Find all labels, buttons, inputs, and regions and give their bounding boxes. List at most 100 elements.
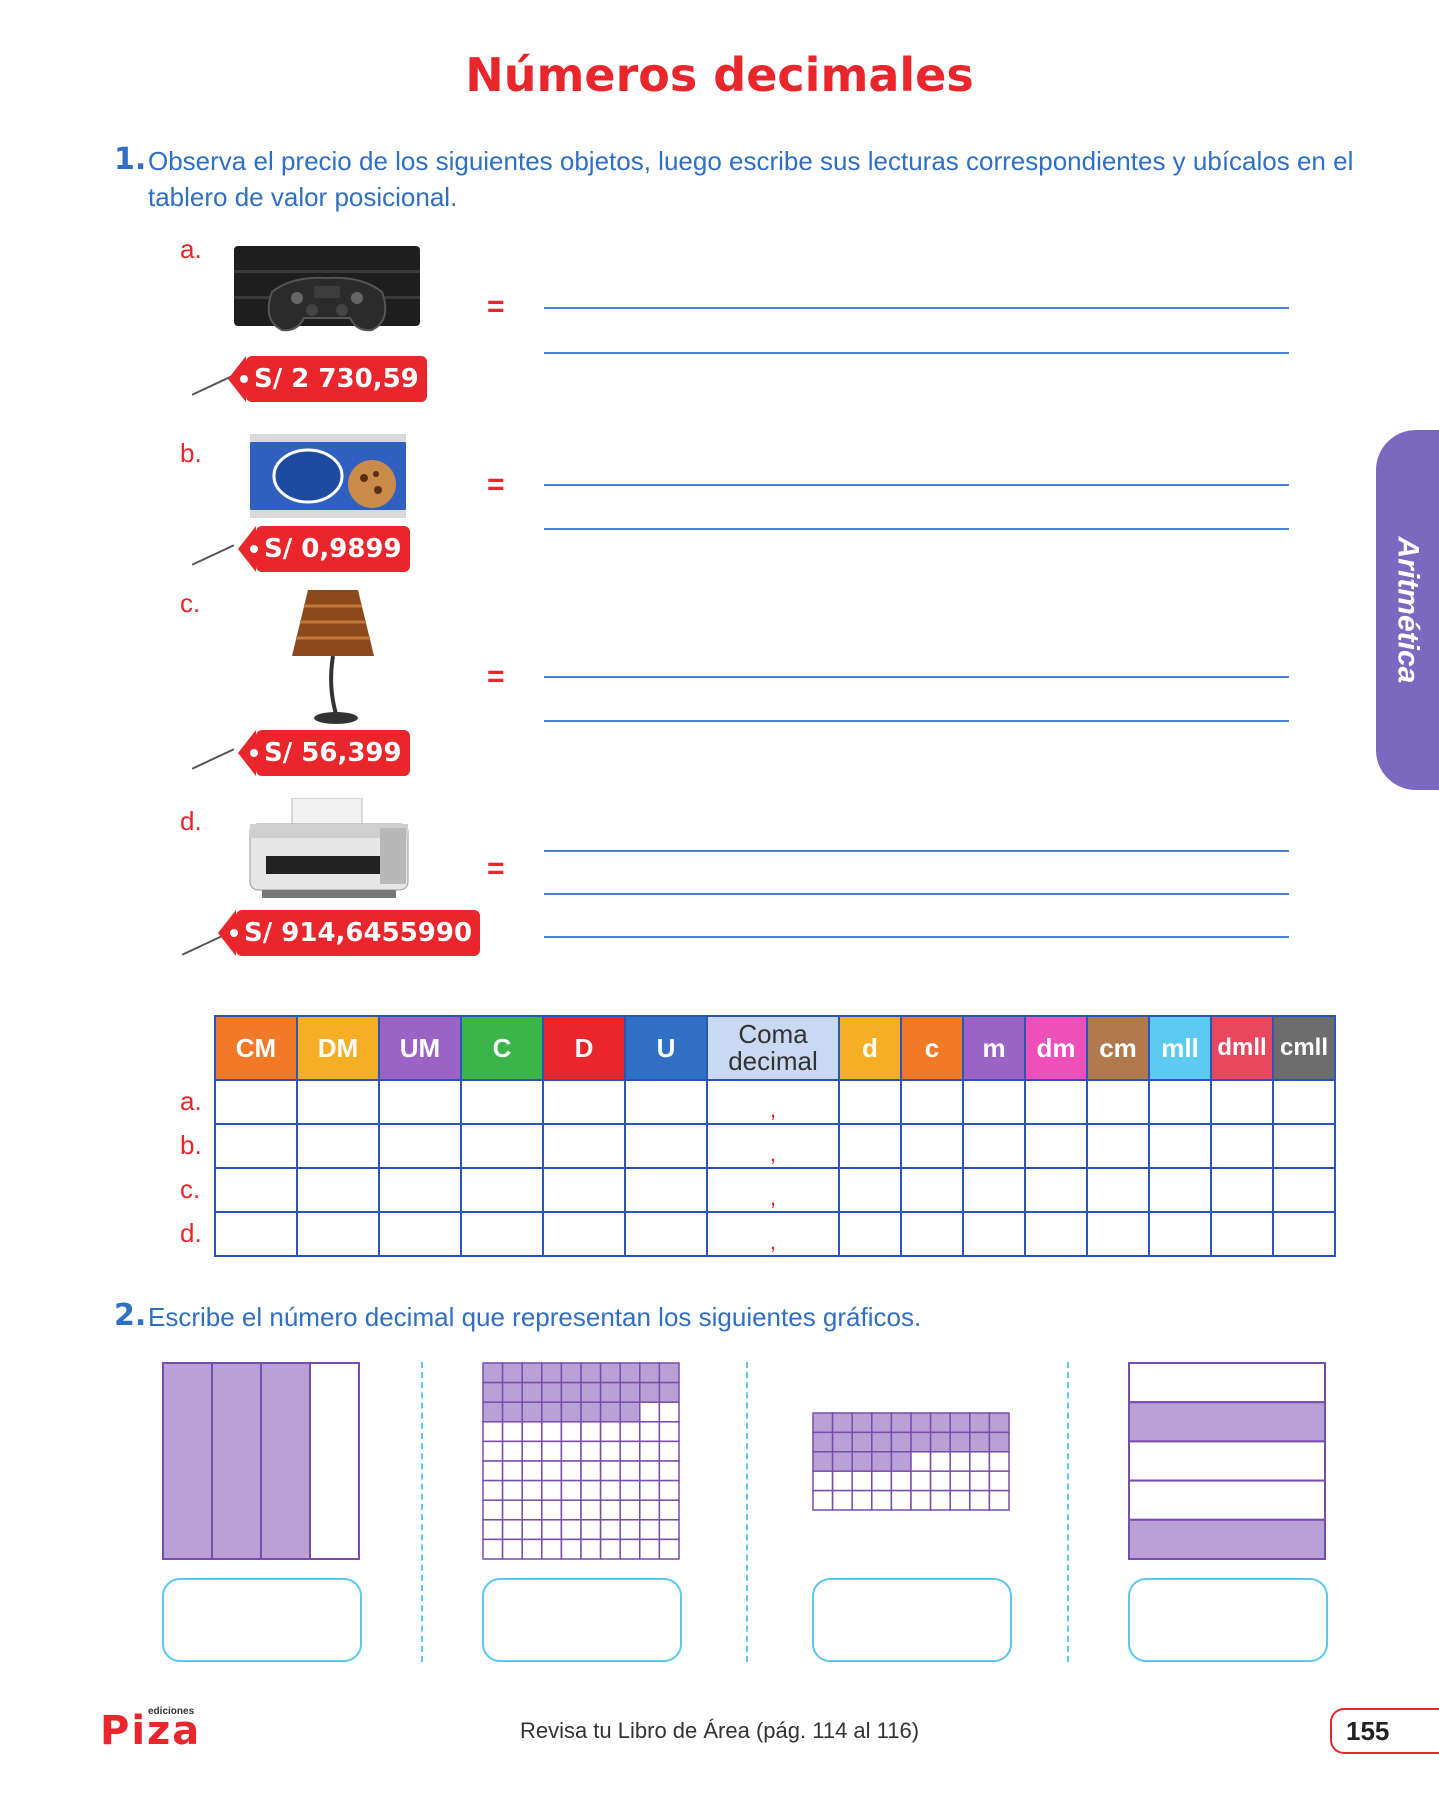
digit-cell[interactable] [624,1123,708,1169]
digit-cell[interactable] [962,1167,1026,1213]
digit-cell[interactable] [1148,1167,1212,1213]
digit-cell[interactable] [1272,1211,1336,1257]
digit-cell[interactable] [624,1079,708,1125]
digit-cell[interactable] [624,1211,708,1257]
grid-cell [910,1489,932,1511]
grid-cell [541,1401,563,1423]
digit-cell[interactable] [838,1123,902,1169]
grid-cell [521,1499,543,1521]
digit-cell[interactable] [1210,1079,1274,1125]
answer-line-a2[interactable] [544,352,1289,354]
digit-cell[interactable] [296,1123,380,1169]
answer-line-c2[interactable] [544,720,1289,722]
grid-cell [619,1362,641,1384]
digit-cell[interactable] [460,1123,544,1169]
digit-cell[interactable] [1024,1211,1088,1257]
comma-cell[interactable]: , [706,1123,840,1169]
digit-cell[interactable] [1086,1167,1150,1213]
digit-cell[interactable] [962,1079,1026,1125]
digit-cell[interactable] [460,1167,544,1213]
grid-cell [580,1421,602,1443]
answer-line-c1[interactable] [544,676,1289,678]
grid-cell [501,1362,523,1384]
digit-cell[interactable] [1086,1123,1150,1169]
digit-cell[interactable] [962,1123,1026,1169]
grid-cell [812,1431,834,1453]
digit-cell[interactable] [900,1211,964,1257]
digit-cell[interactable] [378,1211,462,1257]
digit-cell[interactable] [838,1079,902,1125]
answer-line-d2[interactable] [544,893,1289,895]
grid-cell [658,1401,680,1423]
answer-line-d1[interactable] [544,850,1289,852]
answer-box-4[interactable] [1128,1578,1328,1662]
digit-cell[interactable] [1024,1079,1088,1125]
digit-cell[interactable] [296,1079,380,1125]
answer-box-1[interactable] [162,1578,362,1662]
grid-cell [501,1499,523,1521]
digit-cell[interactable] [900,1167,964,1213]
digit-cell[interactable] [214,1079,298,1125]
digit-cell[interactable] [1024,1123,1088,1169]
digit-cell[interactable] [542,1167,626,1213]
digit-cell[interactable] [1272,1167,1336,1213]
digit-cell[interactable] [624,1167,708,1213]
digit-cell[interactable] [1086,1211,1150,1257]
digit-cell[interactable] [1148,1123,1212,1169]
comma-cell[interactable]: , [706,1079,840,1125]
price-tag-a-label: S/ 2 730,59 [254,364,419,394]
digit-cell[interactable] [962,1211,1026,1257]
answer-line-d3[interactable] [544,936,1289,938]
digit-cell[interactable] [542,1079,626,1125]
digit-cell[interactable] [1148,1211,1212,1257]
digit-cell[interactable] [378,1167,462,1213]
digit-cell[interactable] [460,1079,544,1125]
answer-line-a1[interactable] [544,307,1289,309]
separator-line [1067,1362,1069,1662]
answer-box-3[interactable] [812,1578,1012,1662]
figure-part [1128,1401,1326,1443]
digit-cell[interactable] [900,1123,964,1169]
grid-cell [599,1362,621,1384]
digit-cell[interactable] [1148,1079,1212,1125]
digit-cell[interactable] [838,1211,902,1257]
price-tag-b-label: S/ 0,9899 [264,534,402,564]
grid-cell [969,1431,991,1453]
digit-cell[interactable] [378,1079,462,1125]
digit-cell[interactable] [1210,1123,1274,1169]
digit-cell[interactable] [296,1167,380,1213]
digit-cell[interactable] [460,1211,544,1257]
digit-cell[interactable] [542,1123,626,1169]
comma-cell[interactable]: , [706,1211,840,1257]
grid-cell [658,1479,680,1501]
column-header-d: D [542,1015,626,1081]
digit-cell[interactable] [214,1123,298,1169]
digit-cell[interactable] [214,1211,298,1257]
grid-cell [560,1440,582,1462]
answer-box-2[interactable] [482,1578,682,1662]
digit-cell[interactable] [1024,1167,1088,1213]
comma-cell[interactable]: , [706,1167,840,1213]
digit-cell[interactable] [838,1167,902,1213]
grid-cell [658,1421,680,1443]
answer-line-b1[interactable] [544,484,1289,486]
grid-cell [831,1431,853,1453]
digit-cell[interactable] [1210,1167,1274,1213]
grid-cell [949,1470,971,1492]
digit-cell[interactable] [296,1211,380,1257]
digit-cell[interactable] [1086,1079,1150,1125]
digit-cell[interactable] [378,1123,462,1169]
digit-cell[interactable] [214,1167,298,1213]
grid-cell [482,1401,504,1423]
grid-cell [890,1431,912,1453]
grid-cell [831,1470,853,1492]
digit-cell[interactable] [900,1079,964,1125]
digit-cell[interactable] [1272,1079,1336,1125]
digit-cell[interactable] [1272,1123,1336,1169]
question-1-text: Observa el precio de los siguientes obje… [148,146,1354,212]
grid-cell [599,1538,621,1560]
answer-line-b2[interactable] [544,528,1289,530]
digit-cell[interactable] [1210,1211,1274,1257]
digit-cell[interactable] [542,1211,626,1257]
grid-cell [851,1412,873,1434]
